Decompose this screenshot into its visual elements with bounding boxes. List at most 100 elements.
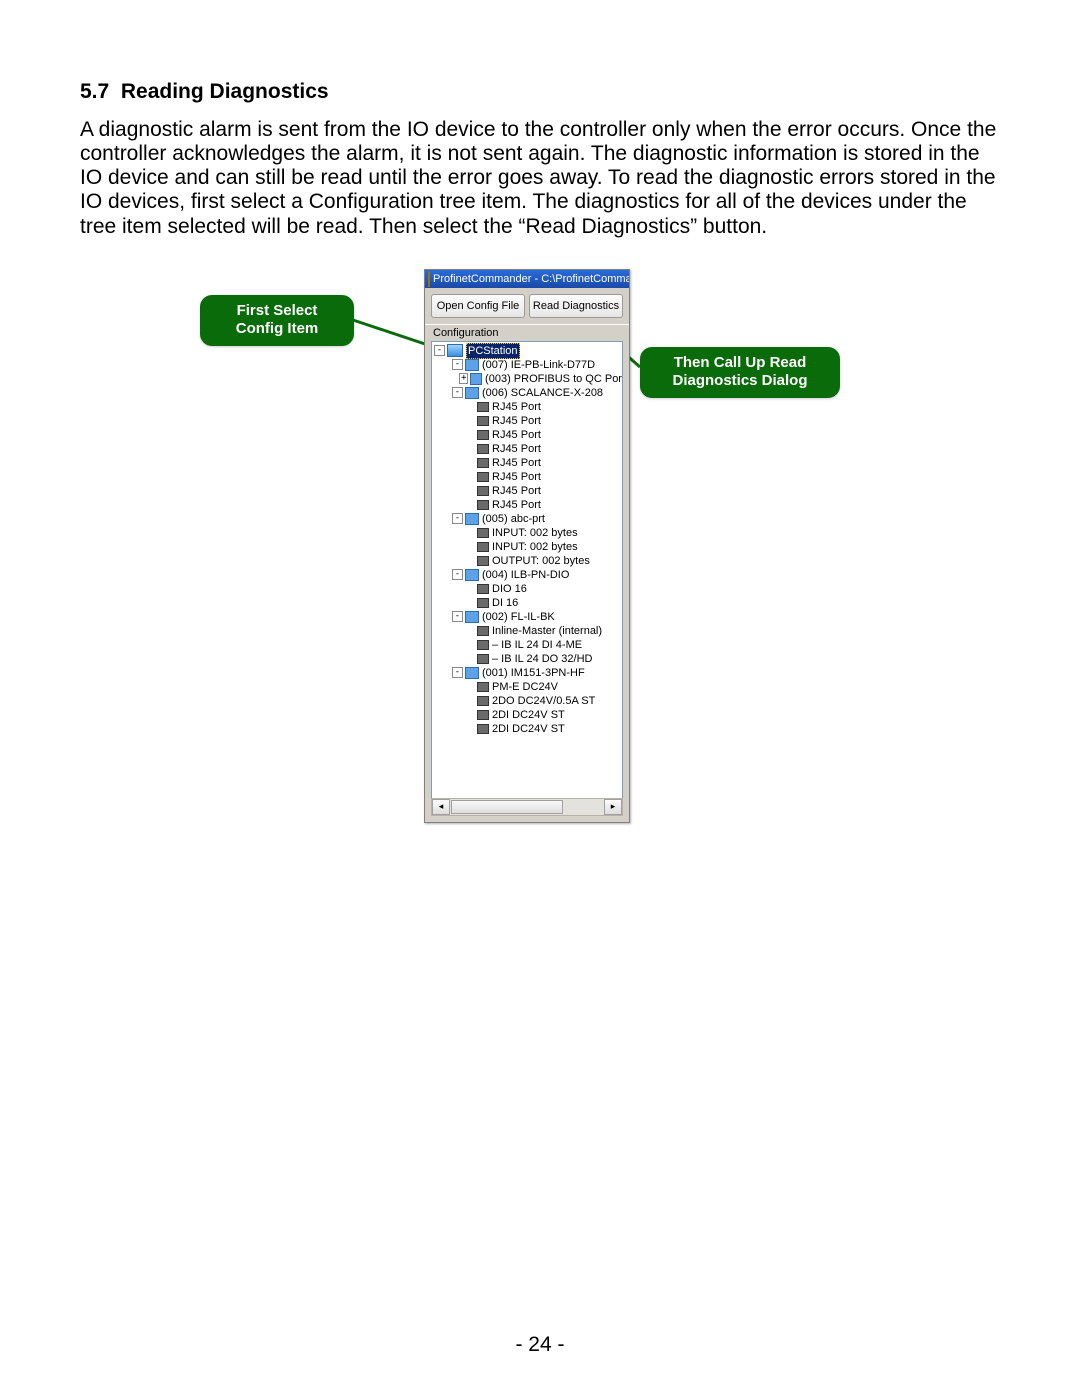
expand-toggle-icon[interactable]: - xyxy=(452,513,463,524)
toolbar: Open Config File Read Diagnostics xyxy=(425,288,629,324)
tree-item[interactable]: 2DI DC24V ST xyxy=(432,722,622,736)
heading-title: Reading Diagnostics xyxy=(121,80,329,103)
module-icon xyxy=(477,598,489,608)
callout-read-diagnostics: Then Call Up Read Diagnostics Dialog xyxy=(640,347,840,399)
tree-item[interactable]: 2DI DC24V ST xyxy=(432,708,622,722)
tree-item[interactable]: - (007) IE-PB-Link-D77D xyxy=(432,358,622,372)
tree-item-label: (002) FL-IL-BK xyxy=(482,610,555,624)
module-icon xyxy=(477,556,489,566)
tree-item-label: OUTPUT: 002 bytes xyxy=(492,554,590,568)
module-icon xyxy=(477,640,489,650)
tree-item[interactable]: - (004) ILB-PN-DIO xyxy=(432,568,622,582)
tree-item[interactable]: INPUT: 002 bytes xyxy=(432,526,622,540)
pc-icon xyxy=(447,344,463,357)
tree-item[interactable]: RJ45 Port xyxy=(432,442,622,456)
tree-item-label: RJ45 Port xyxy=(492,414,541,428)
scroll-thumb[interactable] xyxy=(451,800,563,814)
expand-toggle-icon[interactable]: - xyxy=(452,387,463,398)
tree-item[interactable]: DI 16 xyxy=(432,596,622,610)
device-icon xyxy=(465,387,479,399)
profinet-commander-window: ProfinetCommander - C:\ProfinetCommande … xyxy=(424,269,630,823)
tree-item[interactable]: - (001) IM151-3PN-HF xyxy=(432,666,622,680)
tree-item[interactable]: - (005) abc-prt xyxy=(432,512,622,526)
tree-item[interactable]: – IB IL 24 DO 32/HD xyxy=(432,652,622,666)
tree-item-label: Inline-Master (internal) xyxy=(492,624,602,638)
tree-item-label: RJ45 Port xyxy=(492,456,541,470)
tree-item[interactable]: OUTPUT: 002 bytes xyxy=(432,554,622,568)
module-icon xyxy=(477,444,489,454)
tree-item[interactable]: + (003) PROFIBUS to QC Por xyxy=(432,372,622,386)
tree-item[interactable]: RJ45 Port xyxy=(432,428,622,442)
tree-item[interactable]: RJ45 Port xyxy=(432,456,622,470)
scroll-left-arrow[interactable]: ◂ xyxy=(432,799,450,815)
tree-item-label: RJ45 Port xyxy=(492,428,541,442)
tree-item-label: (007) IE-PB-Link-D77D xyxy=(482,358,595,372)
intro-paragraph: A diagnostic alarm is sent from the IO d… xyxy=(80,118,1000,239)
module-icon xyxy=(477,696,489,706)
tree-item-label: (005) abc-prt xyxy=(482,512,545,526)
tree-item[interactable]: RJ45 Port xyxy=(432,414,622,428)
tree-item-label: – IB IL 24 DO 32/HD xyxy=(492,652,592,666)
expand-toggle-icon[interactable]: - xyxy=(452,611,463,622)
tree-item-label: RJ45 Port xyxy=(492,498,541,512)
section-heading: 5.7 Reading Diagnostics xyxy=(80,80,1000,104)
device-icon xyxy=(465,513,479,525)
module-icon xyxy=(477,626,489,636)
module-icon xyxy=(477,500,489,510)
tree-item[interactable]: DIO 16 xyxy=(432,582,622,596)
module-icon xyxy=(477,458,489,468)
tree-item-label: 2DO DC24V/0.5A ST xyxy=(492,694,595,708)
expand-toggle-icon[interactable]: - xyxy=(452,667,463,678)
tree-item[interactable]: 2DO DC24V/0.5A ST xyxy=(432,694,622,708)
module-icon xyxy=(477,486,489,496)
expand-toggle-icon[interactable]: - xyxy=(452,569,463,580)
tree-item-label: – IB IL 24 DI 4-ME xyxy=(492,638,582,652)
tree-item-label: INPUT: 002 bytes xyxy=(492,540,578,554)
heading-number: 5.7 xyxy=(80,80,109,103)
tree-item-label: DIO 16 xyxy=(492,582,527,596)
tree-item[interactable]: INPUT: 002 bytes xyxy=(432,540,622,554)
module-icon xyxy=(477,430,489,440)
tree-item[interactable]: – IB IL 24 DI 4-ME xyxy=(432,638,622,652)
tree-root-label: PCStation xyxy=(466,343,520,359)
scroll-track[interactable] xyxy=(564,799,604,815)
tree-root[interactable]: - PCStation xyxy=(432,344,622,358)
tree-item-label: INPUT: 002 bytes xyxy=(492,526,578,540)
read-diagnostics-button[interactable]: Read Diagnostics xyxy=(529,294,623,318)
expand-toggle-icon[interactable]: - xyxy=(452,359,463,370)
tree-item[interactable]: -(006) SCALANCE-X-208 xyxy=(432,386,622,400)
expand-toggle-icon[interactable]: - xyxy=(434,345,445,356)
figure: First Select Config Item Then Call Up Re… xyxy=(220,269,860,829)
module-icon xyxy=(477,584,489,594)
window-titlebar[interactable]: ProfinetCommander - C:\ProfinetCommande xyxy=(425,270,629,288)
tree-item-label: RJ45 Port xyxy=(492,442,541,456)
expand-toggle-icon[interactable]: + xyxy=(459,373,468,384)
open-config-file-button[interactable]: Open Config File xyxy=(431,294,525,318)
tree-item-label: 2DI DC24V ST xyxy=(492,708,565,722)
tree-item[interactable]: - (002) FL-IL-BK xyxy=(432,610,622,624)
module-icon xyxy=(477,724,489,734)
device-icon xyxy=(465,359,479,371)
tree-item[interactable]: PM-E DC24V xyxy=(432,680,622,694)
tree-item-label: RJ45 Port xyxy=(492,470,541,484)
module-icon xyxy=(477,528,489,538)
tree-item-label: (001) IM151-3PN-HF xyxy=(482,666,585,680)
module-icon xyxy=(477,402,489,412)
tree-item[interactable]: Inline-Master (internal) xyxy=(432,624,622,638)
tree-item-label: PM-E DC24V xyxy=(492,680,558,694)
tree-item[interactable]: RJ45 Port xyxy=(432,470,622,484)
tree-item[interactable]: RJ45 Port xyxy=(432,484,622,498)
configuration-tree[interactable]: -PCStation-(007) IE-PB-Link-D77D+(003) P… xyxy=(431,341,623,799)
page-number: - 24 - xyxy=(0,1333,1080,1357)
device-icon xyxy=(465,569,479,581)
tree-item-label: (004) ILB-PN-DIO xyxy=(482,568,569,582)
configuration-label: Configuration xyxy=(425,324,629,341)
horizontal-scrollbar[interactable]: ◂ ▸ xyxy=(431,798,623,816)
module-icon xyxy=(477,472,489,482)
tree-item-label: (003) PROFIBUS to QC Por xyxy=(485,372,622,386)
scroll-right-arrow[interactable]: ▸ xyxy=(604,799,622,815)
device-icon xyxy=(470,373,482,385)
tree-item-label: DI 16 xyxy=(492,596,518,610)
tree-item[interactable]: RJ45 Port xyxy=(432,400,622,414)
tree-item[interactable]: RJ45 Port xyxy=(432,498,622,512)
